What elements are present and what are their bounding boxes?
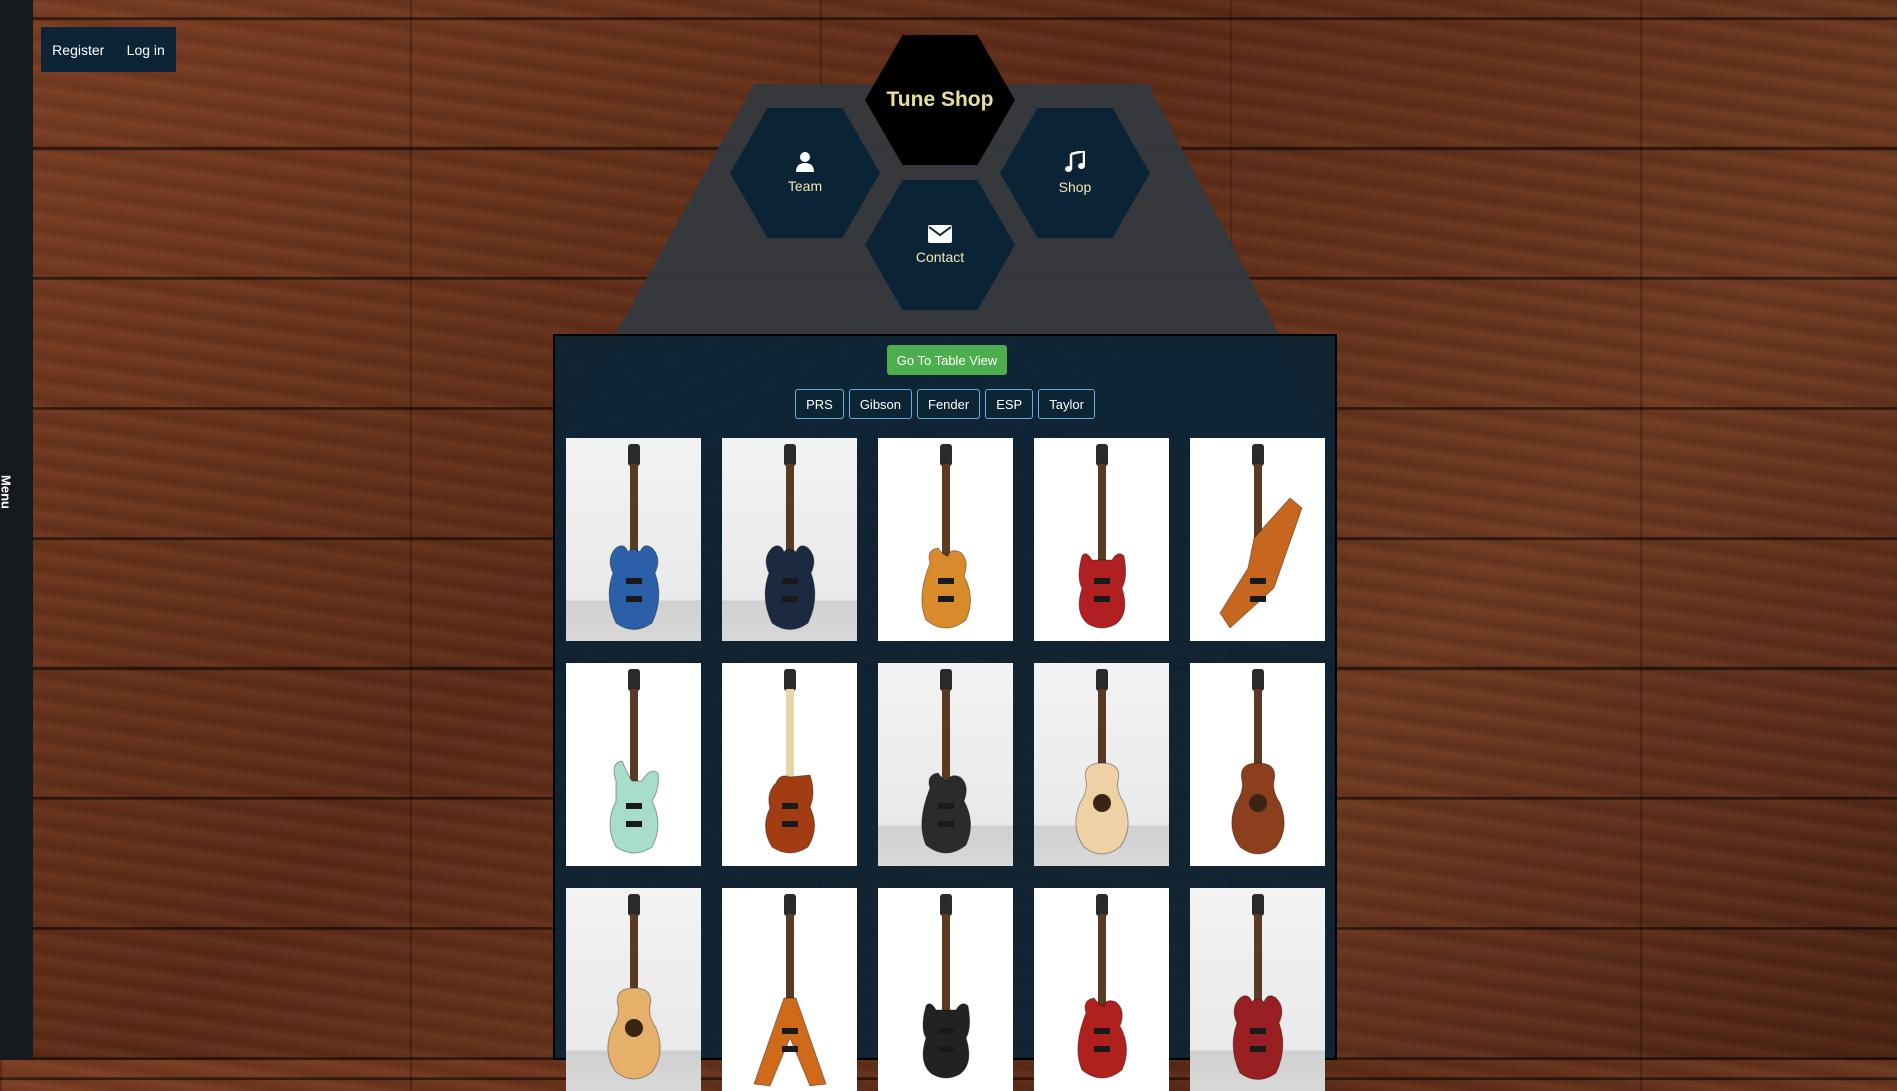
product-card[interactable]	[1190, 438, 1325, 641]
product-card[interactable]	[1034, 888, 1169, 1091]
filter-prs[interactable]: PRS	[795, 389, 844, 419]
guitar-image	[1077, 894, 1127, 1079]
guitar-image	[1075, 669, 1129, 855]
product-card[interactable]	[878, 888, 1013, 1091]
filter-taylor[interactable]: Taylor	[1038, 389, 1095, 419]
nav-shop-label: Shop	[1058, 179, 1092, 195]
product-card[interactable]	[878, 438, 1013, 641]
music-note-icon	[1065, 151, 1085, 172]
guitar-image	[764, 444, 816, 630]
guitar-image	[609, 669, 659, 854]
filter-esp[interactable]: ESP	[985, 389, 1034, 419]
guitar-image	[921, 669, 971, 854]
guitar-image	[608, 444, 660, 630]
filter-gibson[interactable]: Gibson	[848, 389, 913, 419]
brand-filters: PRS Gibson Fender ESP Taylor	[555, 389, 1335, 419]
product-grid	[566, 438, 1325, 1091]
guitar-image	[607, 894, 661, 1080]
product-card[interactable]	[722, 888, 857, 1091]
guitar-image	[1078, 444, 1127, 629]
product-panel: Go To Table View PRS Gibson Fender ESP T…	[553, 334, 1337, 1091]
login-link[interactable]: Log in	[127, 42, 165, 58]
side-menu-toggle[interactable]: Menu	[0, 0, 33, 1060]
product-card[interactable]	[1190, 663, 1325, 866]
envelope-icon	[928, 225, 952, 243]
nav-team-label: Team	[787, 178, 823, 194]
guitar-image	[765, 669, 815, 854]
guitar-image	[1231, 669, 1285, 855]
guitar-image	[1219, 444, 1303, 629]
table-view-button[interactable]: Go To Table View	[887, 345, 1007, 375]
product-card[interactable]	[566, 663, 701, 866]
guitar-image	[753, 894, 827, 1087]
brand-hex[interactable]: Tune Shop	[865, 35, 1015, 165]
nav-shop[interactable]: Shop	[1000, 108, 1150, 238]
nav-team[interactable]: Team	[730, 108, 880, 238]
guitar-image	[922, 894, 971, 1079]
product-card[interactable]	[1034, 438, 1169, 641]
product-card[interactable]	[1190, 888, 1325, 1091]
auth-box: Register Log in	[41, 27, 176, 72]
product-card[interactable]	[722, 438, 857, 641]
guitar-image	[921, 444, 971, 629]
side-menu-label: Menu	[0, 475, 14, 509]
filter-fender[interactable]: Fender	[917, 389, 981, 419]
nav-contact[interactable]: Contact	[865, 180, 1015, 310]
nav-contact-label: Contact	[915, 249, 965, 265]
register-link[interactable]: Register	[52, 42, 104, 58]
brand-title: Tune Shop	[886, 88, 994, 111]
user-icon	[796, 152, 814, 172]
product-card[interactable]	[878, 663, 1013, 866]
product-card[interactable]	[566, 438, 701, 641]
product-card[interactable]	[1034, 663, 1169, 866]
guitar-image	[1232, 894, 1284, 1080]
product-card[interactable]	[566, 888, 701, 1091]
product-card[interactable]	[722, 663, 857, 866]
